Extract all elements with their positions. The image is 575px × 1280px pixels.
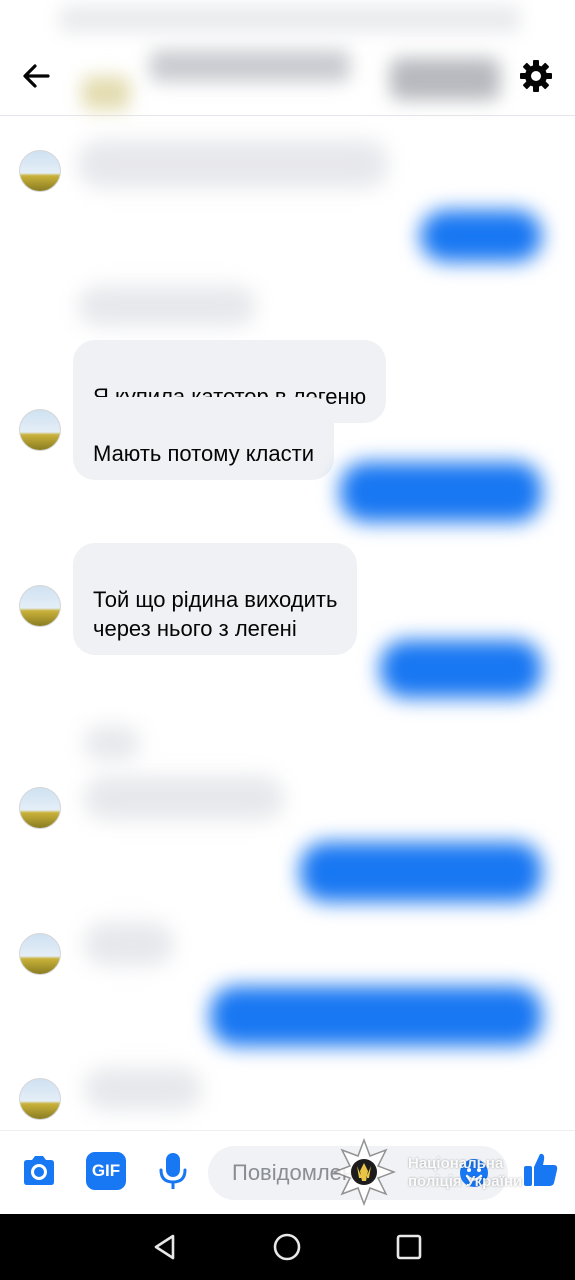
police-emblem-watermark bbox=[332, 1138, 396, 1206]
nav-back-icon[interactable] bbox=[150, 1232, 180, 1262]
obscured-outgoing-message[interactable] bbox=[300, 842, 542, 902]
contact-avatar[interactable] bbox=[19, 933, 61, 975]
watermark-line-1: Національна bbox=[408, 1155, 504, 1172]
contact-avatar[interactable] bbox=[19, 150, 61, 192]
obscured-incoming-message[interactable] bbox=[78, 140, 388, 188]
gear-icon[interactable] bbox=[516, 56, 556, 96]
obscured-incoming-message[interactable] bbox=[84, 1068, 202, 1110]
obscured-outgoing-message[interactable] bbox=[210, 986, 542, 1046]
obscured-outgoing-message[interactable] bbox=[340, 462, 542, 522]
message-text: Той що рідина виходить через нього з лег… bbox=[93, 587, 338, 641]
back-arrow-icon[interactable] bbox=[18, 58, 54, 94]
gif-icon[interactable]: GIF bbox=[86, 1152, 126, 1190]
contact-avatar-header[interactable] bbox=[82, 76, 130, 110]
contact-name-obscured bbox=[150, 50, 350, 82]
obscured-incoming-message[interactable] bbox=[84, 776, 284, 820]
obscured-incoming-message[interactable] bbox=[84, 922, 174, 966]
call-buttons-obscured[interactable] bbox=[390, 58, 500, 100]
camera-icon[interactable] bbox=[18, 1150, 60, 1192]
nav-recent-apps-icon[interactable] bbox=[396, 1234, 422, 1260]
obscured-outgoing-message[interactable] bbox=[380, 640, 542, 698]
chat-header bbox=[0, 0, 575, 116]
obscured-outgoing-message[interactable] bbox=[420, 210, 542, 262]
contact-avatar[interactable] bbox=[19, 787, 61, 829]
contact-avatar[interactable] bbox=[19, 585, 61, 627]
message-text: Мають потому класти bbox=[93, 441, 314, 466]
header-obscured-top bbox=[60, 6, 520, 32]
incoming-message[interactable]: Той що рідина виходить через нього з лег… bbox=[73, 543, 358, 655]
watermark-text: Національна поліція України bbox=[408, 1155, 568, 1191]
gif-label: GIF bbox=[91, 1161, 121, 1180]
incoming-message[interactable]: Мають потому класти bbox=[73, 397, 334, 480]
nav-home-icon[interactable] bbox=[272, 1232, 302, 1262]
contact-avatar[interactable] bbox=[19, 409, 61, 451]
contact-avatar[interactable] bbox=[19, 1078, 61, 1120]
obscured-incoming-message[interactable] bbox=[84, 726, 140, 760]
obscured-incoming-message[interactable] bbox=[78, 286, 256, 326]
microphone-icon[interactable] bbox=[156, 1150, 190, 1192]
watermark-line-2: поліція України bbox=[408, 1173, 523, 1190]
